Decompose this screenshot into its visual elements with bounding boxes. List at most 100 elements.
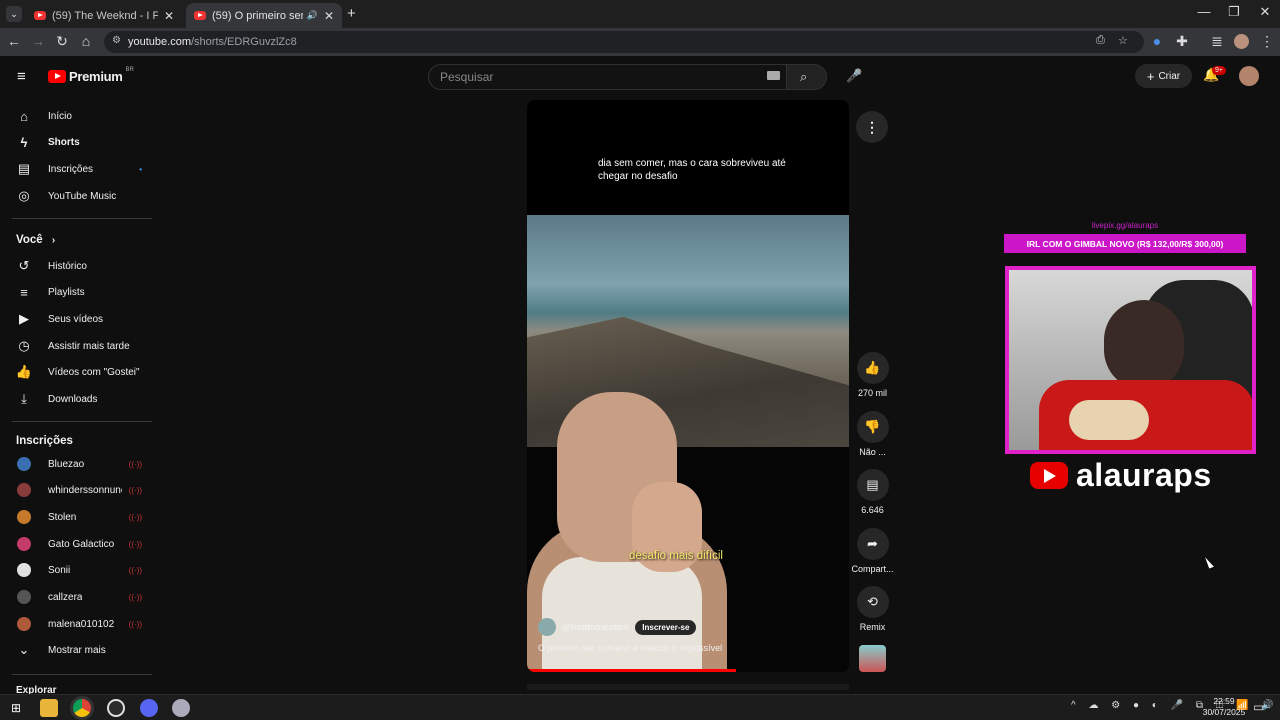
comments-button[interactable]: ▤ 6.646: [850, 469, 895, 515]
channel-name[interactable]: @boidomestico: [562, 622, 629, 632]
sidebar-item-label: whinderssonnunes: [48, 484, 122, 496]
short-title[interactable]: O primeiro ser humano a realizar o impos…: [538, 643, 722, 653]
sidebar-sub-gato-galactico[interactable]: Gato Galactico ((·)): [12, 531, 142, 557]
tab-current-short[interactable]: (59) O primeiro ser humano a realizar 🔊 …: [186, 3, 342, 28]
sidebar-item-watch-later[interactable]: ◷ Assistir mais tarde: [12, 333, 142, 359]
audio-source-thumbnail[interactable]: [859, 645, 886, 672]
live-icon: ((·)): [128, 539, 142, 549]
sidebar-item-liked-videos[interactable]: 👍 Vídeos com "Gostei": [12, 359, 142, 385]
sidebar-sub-malena010102[interactable]: malena010102 ((·)): [12, 611, 142, 637]
playlists-icon: ≡: [20, 284, 28, 300]
sidebar-sub-bluezao[interactable]: Bluezao ((·)): [12, 451, 142, 477]
windows-start-icon[interactable]: ⊞: [7, 699, 25, 717]
voice-search-mic-icon[interactable]: 🎤: [846, 68, 862, 84]
sidebar-sub-stolen[interactable]: Stolen ((·)): [12, 504, 142, 530]
sidebar-item-playlists[interactable]: ≡ Playlists: [12, 279, 142, 305]
show-more-label: Mostrar mais: [48, 644, 106, 656]
video-progress-bar[interactable]: [527, 669, 737, 672]
close-tab-icon[interactable]: ✕: [164, 9, 174, 23]
browser-menu-icon[interactable]: ⋮: [1257, 33, 1277, 50]
discord-icon[interactable]: [140, 699, 158, 717]
back-arrow-icon[interactable]: ←: [4, 33, 24, 49]
clock-time: 22:59: [1213, 696, 1235, 706]
audio-playing-icon[interactable]: 🔊: [307, 10, 318, 21]
you-section-heading[interactable]: Você ›: [16, 234, 55, 246]
sidebar-item-your-videos[interactable]: ▶ Seus vídeos: [12, 306, 142, 332]
taskbar-clock[interactable]: 22:59 30/07/2025: [1196, 696, 1252, 718]
remix-label: Remix: [859, 622, 886, 632]
tab-weeknd[interactable]: (59) The Weeknd - I Feel It Coming ✕: [26, 3, 182, 28]
youtube-logo[interactable]: Premium BR: [48, 67, 134, 84]
sidebar-item-subscriptions[interactable]: ▤ Inscrições •: [12, 156, 142, 182]
search-input[interactable]: Pesquisar: [428, 64, 788, 90]
donation-goal-bar: IRL COM O GIMBAL NOVO (R$ 132,00/R$ 300,…: [1004, 234, 1246, 253]
sidebar-item-label: Playlists: [48, 286, 85, 298]
close-tab-icon[interactable]: ✕: [324, 9, 334, 23]
sidebar-item-downloads[interactable]: ⤓ Downloads: [12, 386, 142, 412]
bookmark-star-icon[interactable]: ☆: [1118, 34, 1128, 47]
media-control-icon[interactable]: ≣: [1207, 33, 1227, 50]
youtube-favicon-icon: [34, 11, 46, 20]
short-video-player[interactable]: dia sem comer, mas o cara sobreviveu até…: [527, 100, 849, 672]
sidebar-item-youtube-music[interactable]: ◎ YouTube Music: [12, 183, 142, 209]
more-options-icon[interactable]: ⋮: [856, 111, 888, 143]
extensions-puzzle-icon[interactable]: ✚: [1172, 33, 1192, 50]
cat: [1069, 400, 1149, 440]
share-button[interactable]: ➦ Compart...: [850, 528, 895, 574]
sidebar-item-home[interactable]: ⌂ Início: [12, 103, 142, 129]
avatar: [17, 537, 31, 551]
avatar: [17, 590, 31, 604]
shorts-icon: ϟ: [20, 134, 28, 150]
plus-icon: +: [1146, 68, 1155, 84]
reload-icon[interactable]: ↻: [52, 33, 72, 50]
search-button[interactable]: ⌕: [786, 64, 827, 90]
youtube-play-icon: [48, 70, 66, 83]
chevron-right-icon: ›: [51, 235, 56, 246]
like-button[interactable]: 👍 270 mil: [850, 352, 895, 398]
obs-icon[interactable]: [107, 699, 125, 717]
account-avatar[interactable]: [1239, 66, 1259, 86]
tab-search-icon[interactable]: ⌄: [6, 6, 22, 22]
comment-icon: ▤: [856, 469, 889, 501]
install-app-icon[interactable]: ⎙: [1096, 34, 1105, 47]
sidebar-sub-whinderssonnunes[interactable]: whinderssonnunes ((·)): [12, 477, 142, 503]
extension-blue-icon[interactable]: ●: [1147, 33, 1167, 49]
close-window-icon[interactable]: ✕: [1250, 4, 1280, 20]
tab-title: (59) The Weeknd - I Feel It Coming: [52, 9, 158, 22]
keyboard-icon[interactable]: [767, 71, 780, 80]
minimize-icon[interactable]: —: [1189, 4, 1219, 19]
home-icon[interactable]: ⌂: [76, 33, 96, 49]
next-short-preview[interactable]: [527, 684, 849, 690]
remix-button[interactable]: ⟲ Remix: [850, 586, 895, 632]
dislike-button[interactable]: 👎 Não ...: [850, 411, 895, 457]
hamburger-menu-icon[interactable]: ≡: [17, 68, 26, 85]
video-top-caption: dia sem comer, mas o cara sobreviveu até…: [598, 158, 786, 182]
live-icon: ((·)): [128, 459, 142, 469]
live-icon: ((·)): [128, 485, 142, 495]
address-bar[interactable]: ⚙ youtube.com/shorts/EDRGuvzlZc8 ⎙ ☆: [104, 31, 1144, 53]
url-host: youtube.com: [128, 36, 191, 48]
url-path: /shorts/EDRGuvzlZc8: [190, 36, 297, 48]
forward-arrow-icon[interactable]: →: [28, 33, 48, 49]
sidebar-sub-callzera[interactable]: callzera ((·)): [12, 584, 142, 610]
create-label: Criar: [1158, 70, 1181, 82]
channel-avatar[interactable]: [538, 618, 556, 636]
like-count: 270 mil: [857, 388, 887, 398]
sidebar-item-label: Assistir mais tarde: [48, 340, 130, 352]
create-button[interactable]: + Criar: [1135, 64, 1192, 88]
chrome-icon[interactable]: [73, 699, 91, 717]
notification-center-icon[interactable]: ▭: [1253, 700, 1264, 714]
new-tab-button[interactable]: +: [347, 5, 356, 22]
sidebar-sub-sonii[interactable]: Sonii ((·)): [12, 557, 142, 583]
subscribe-button[interactable]: Inscrever-se: [635, 619, 697, 635]
app-icon[interactable]: [172, 699, 190, 717]
sidebar-item-history[interactable]: ↺ Histórico: [12, 253, 142, 279]
avatar: [17, 617, 31, 631]
dislike-label: Não ...: [859, 447, 886, 457]
maximize-icon[interactable]: ❐: [1219, 4, 1249, 20]
file-explorer-icon[interactable]: [40, 699, 58, 717]
sidebar-item-shorts[interactable]: ϟ Shorts: [12, 129, 142, 155]
show-more-button[interactable]: ⌄ Mostrar mais: [12, 637, 142, 663]
profile-avatar[interactable]: [1234, 34, 1249, 49]
site-info-icon[interactable]: ⚙: [112, 35, 121, 46]
